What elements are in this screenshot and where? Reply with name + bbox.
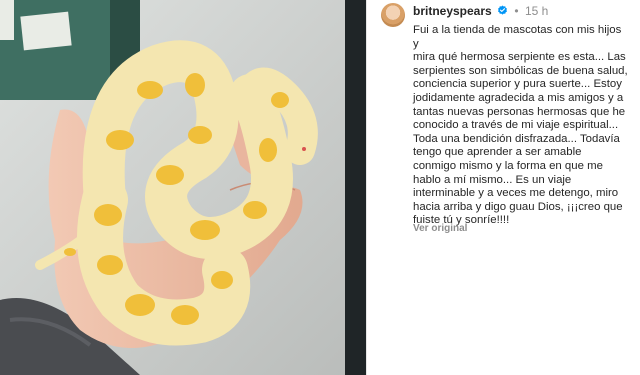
- see-original-link[interactable]: Ver original: [413, 223, 467, 234]
- verified-badge-icon: [498, 5, 508, 15]
- profile-avatar[interactable]: [381, 3, 405, 27]
- snake-photo-image: [0, 0, 366, 375]
- post-header: britneyspears • 15 h: [413, 4, 548, 18]
- separator-dot: •: [514, 4, 519, 18]
- post-details-panel: britneyspears • 15 h Fui a la tienda de …: [366, 0, 640, 375]
- username-link[interactable]: britneyspears: [413, 4, 492, 18]
- post-photo[interactable]: [0, 0, 366, 375]
- post-caption: Fui a la tienda de mascotas con mis hijo…: [413, 24, 628, 227]
- post-timestamp[interactable]: 15 h: [525, 4, 548, 18]
